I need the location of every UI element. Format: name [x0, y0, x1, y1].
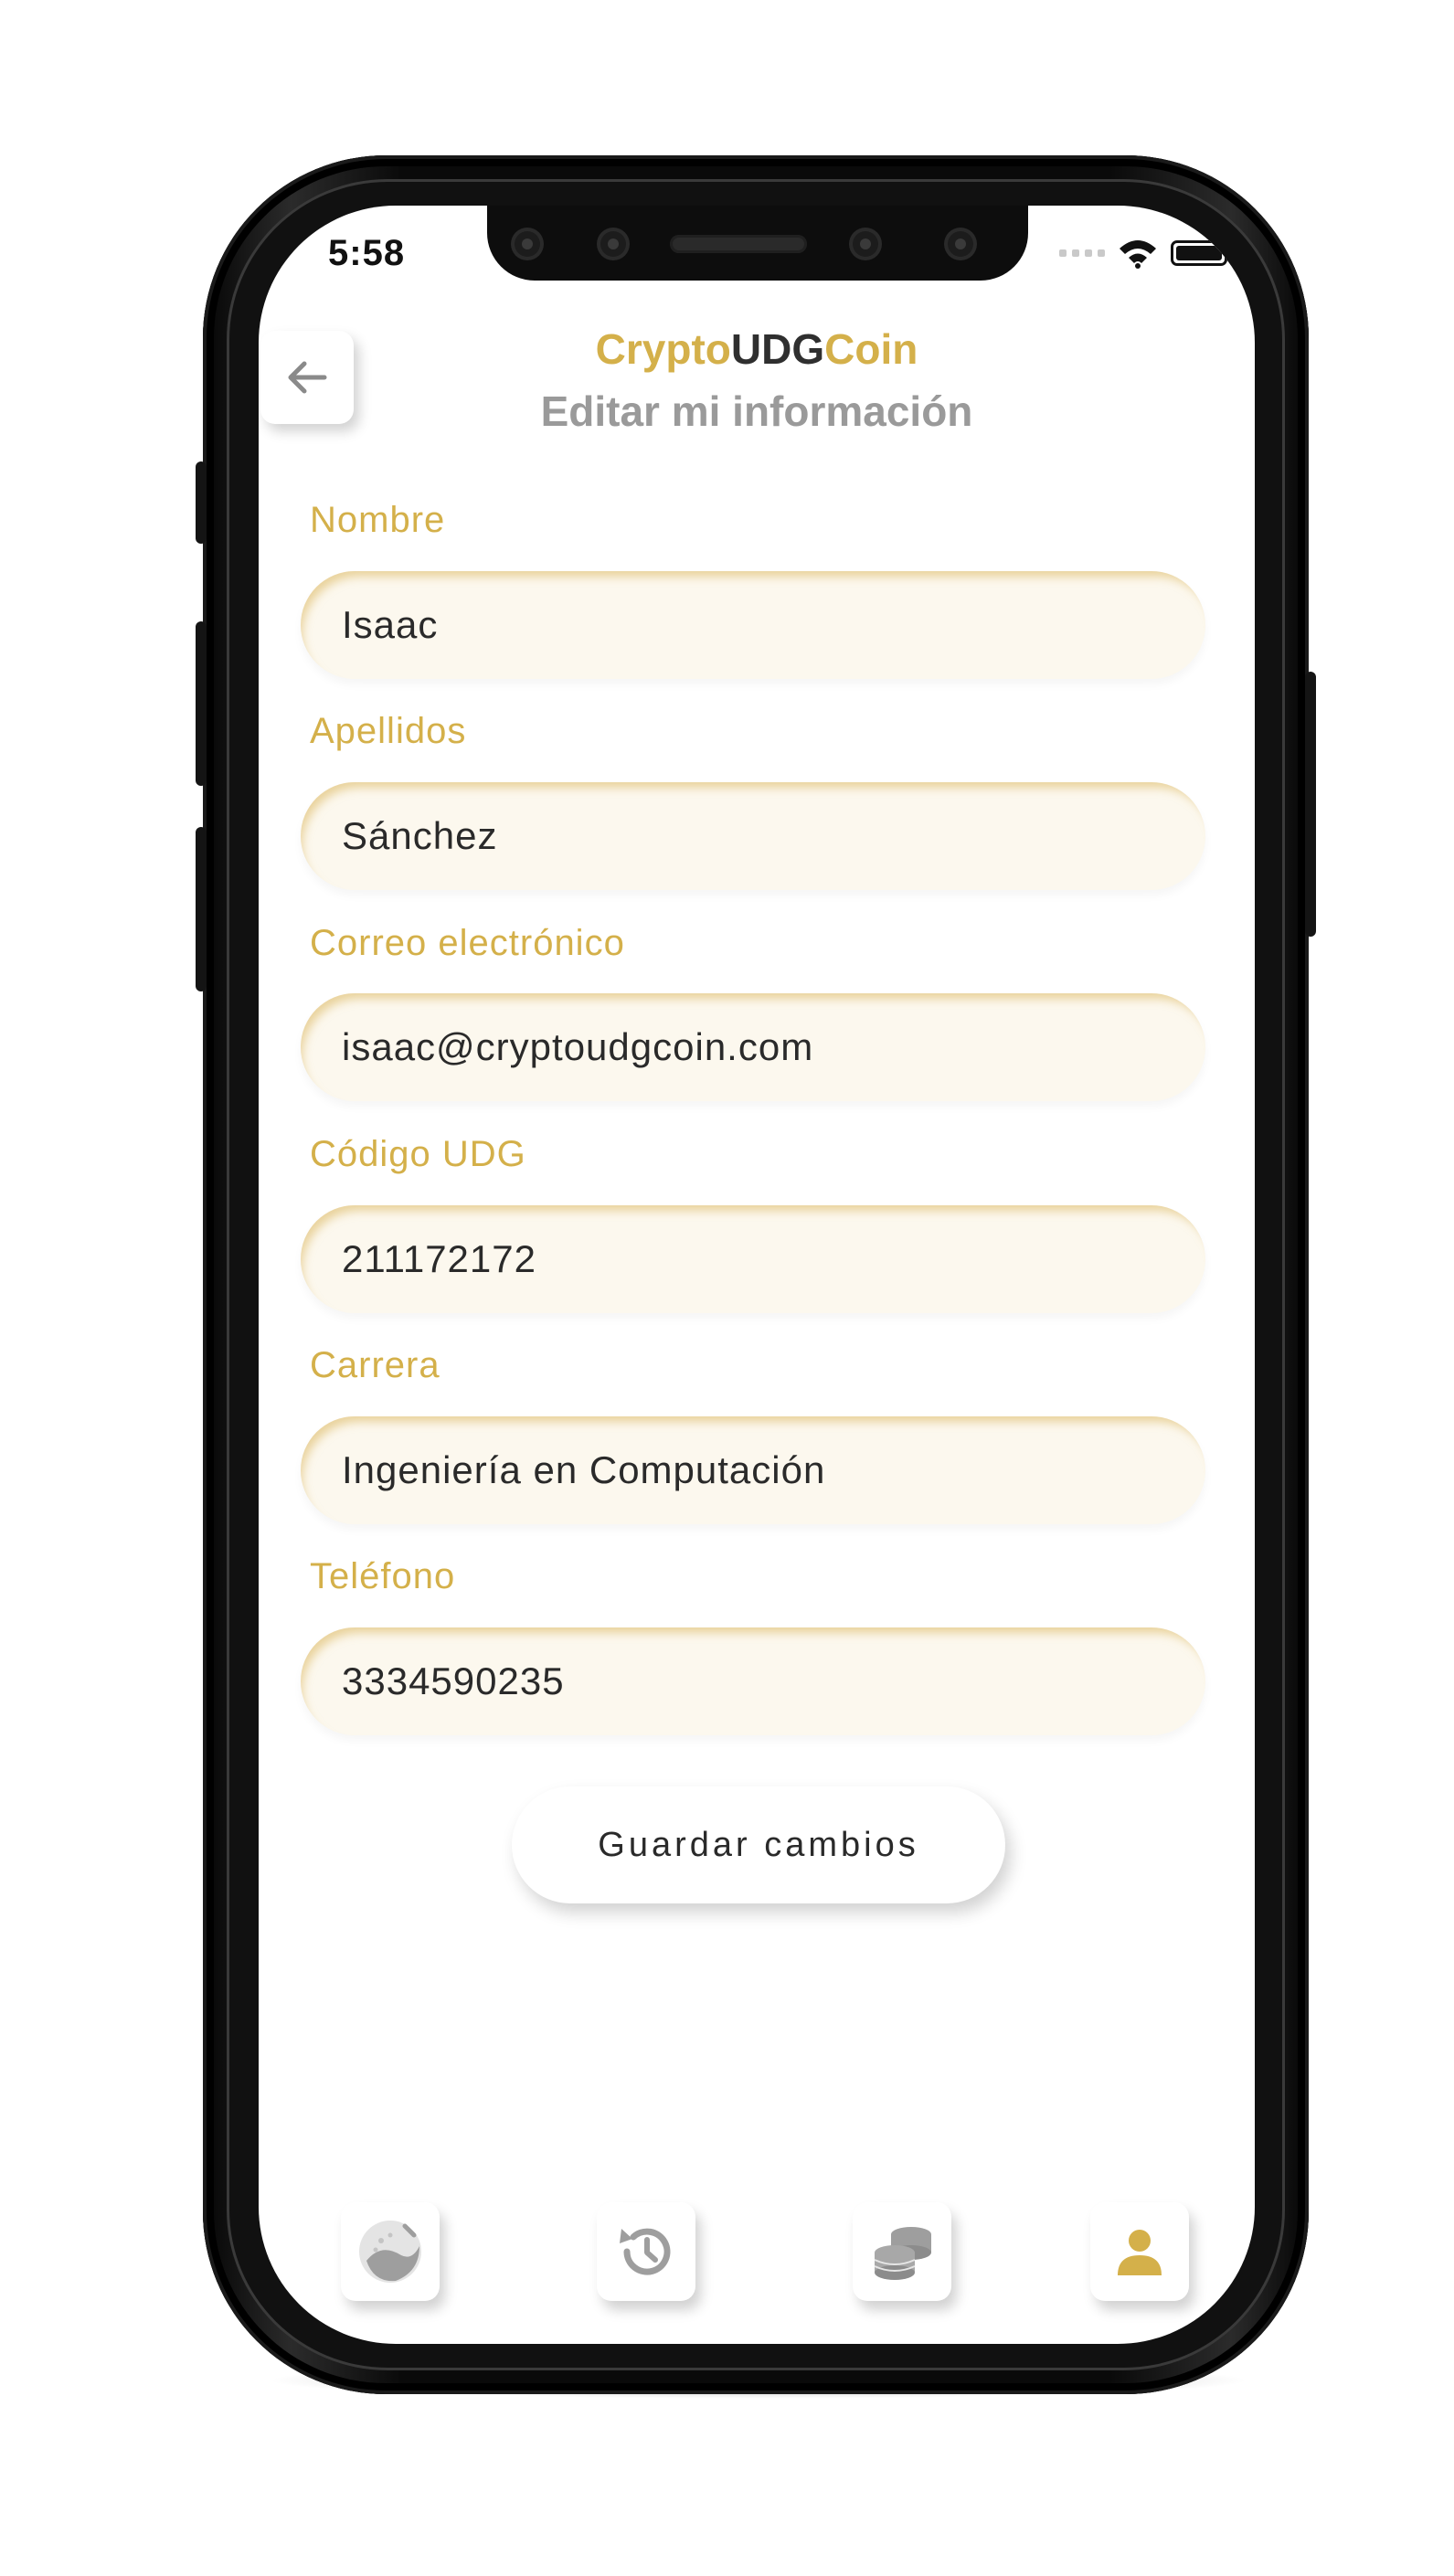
nombre-value: Isaac [342, 603, 439, 646]
nav-wallet-button[interactable] [341, 2202, 440, 2301]
nav-profile-button[interactable] [1090, 2202, 1189, 2301]
codigo-udg-value: 211172172 [342, 1237, 536, 1280]
apellidos-label: Apellidos [310, 711, 467, 751]
brand-part-coin: Coin [824, 325, 918, 373]
wallet-globe-icon [359, 2221, 421, 2283]
brand-part-udg: UDG [730, 325, 825, 373]
nav-coins-button[interactable] [853, 2202, 951, 2301]
apellidos-value: Sánchez [342, 814, 498, 857]
carrera-input[interactable]: Ingeniería en Computación [301, 1416, 1205, 1524]
carrera-label: Carrera [310, 1345, 440, 1385]
mute-switch [196, 461, 207, 544]
codigo-udg-input[interactable]: 211172172 [301, 1205, 1205, 1313]
status-indicators [1059, 237, 1232, 270]
sensor [515, 231, 540, 257]
power-button [1305, 672, 1316, 937]
history-icon [620, 2228, 671, 2275]
carrera-value: Ingeniería en Computación [342, 1448, 826, 1491]
earpiece-speaker [670, 235, 807, 253]
wifi-icon [1120, 240, 1156, 269]
status-time: 5:58 [328, 233, 406, 273]
volume-up-button [196, 621, 207, 786]
proximity-sensor [948, 231, 973, 257]
telefono-input[interactable]: 3334590235 [301, 1627, 1205, 1735]
nav-history-button[interactable] [597, 2202, 695, 2301]
signal-icon [1059, 249, 1105, 257]
correo-label: Correo electrónico [310, 923, 625, 963]
notch [487, 206, 1028, 281]
correo-value: isaac@cryptoudgcoin.com [342, 1025, 814, 1068]
app-screen: 5:58 CryptoUDGCoin Editar mi información… [259, 206, 1255, 2344]
page-title: Editar mi información [540, 387, 973, 435]
coins-stack-icon [874, 2227, 931, 2280]
brand-part-crypto: Crypto [595, 325, 731, 373]
sensor [853, 231, 878, 257]
front-camera [600, 231, 626, 257]
codigo-udg-label: Código UDG [310, 1134, 526, 1174]
battery-icon [1171, 240, 1232, 266]
app-brand: CryptoUDGCoin [259, 324, 1255, 374]
nombre-label: Nombre [310, 500, 446, 540]
correo-input[interactable]: isaac@cryptoudgcoin.com [301, 993, 1205, 1101]
telefono-label: Teléfono [310, 1556, 456, 1596]
nombre-input[interactable]: Isaac [301, 571, 1205, 679]
user-icon [1118, 2230, 1162, 2275]
save-changes-button[interactable]: Guardar cambios [512, 1786, 1005, 1903]
telefono-value: 3334590235 [342, 1659, 565, 1702]
volume-down-button [196, 827, 207, 991]
apellidos-input[interactable]: Sánchez [301, 782, 1205, 890]
